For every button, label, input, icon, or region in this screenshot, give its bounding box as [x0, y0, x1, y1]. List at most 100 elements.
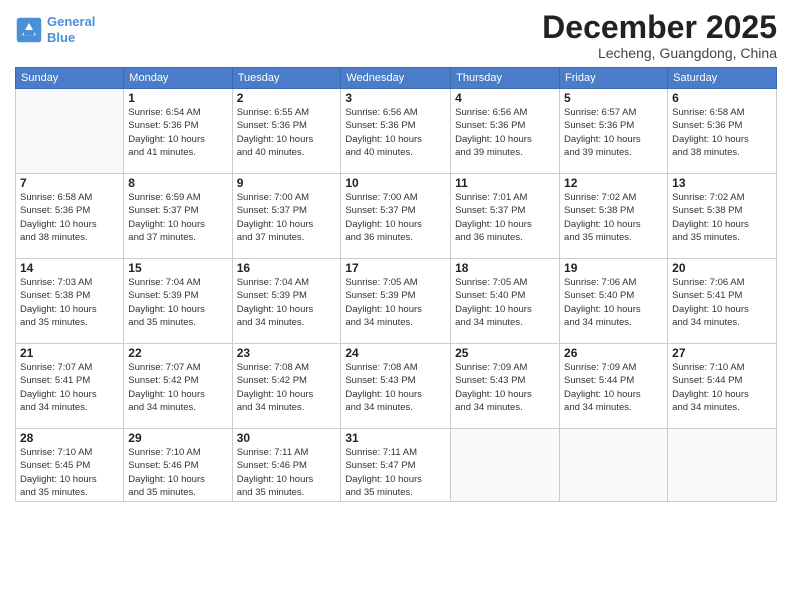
calendar-header-row: Sunday Monday Tuesday Wednesday Thursday… [16, 68, 777, 89]
day-info: Sunrise: 7:09 AMSunset: 5:43 PMDaylight:… [455, 361, 555, 414]
table-row: 17 Sunrise: 7:05 AMSunset: 5:39 PMDaylig… [341, 259, 451, 344]
table-row: 21 Sunrise: 7:07 AMSunset: 5:41 PMDaylig… [16, 344, 124, 429]
day-number: 12 [564, 176, 663, 190]
day-info: Sunrise: 7:05 AMSunset: 5:40 PMDaylight:… [455, 276, 555, 329]
table-row: 15 Sunrise: 7:04 AMSunset: 5:39 PMDaylig… [124, 259, 232, 344]
table-row: 22 Sunrise: 7:07 AMSunset: 5:42 PMDaylig… [124, 344, 232, 429]
day-info: Sunrise: 7:03 AMSunset: 5:38 PMDaylight:… [20, 276, 119, 329]
table-row: 25 Sunrise: 7:09 AMSunset: 5:43 PMDaylig… [451, 344, 560, 429]
header-wednesday: Wednesday [341, 68, 451, 89]
table-row: 3 Sunrise: 6:56 AMSunset: 5:36 PMDayligh… [341, 89, 451, 174]
day-number: 2 [237, 91, 337, 105]
day-number: 31 [345, 431, 446, 445]
day-number: 17 [345, 261, 446, 275]
day-number: 30 [237, 431, 337, 445]
day-number: 1 [128, 91, 227, 105]
table-row: 7 Sunrise: 6:58 AMSunset: 5:36 PMDayligh… [16, 174, 124, 259]
day-number: 20 [672, 261, 772, 275]
day-info: Sunrise: 7:07 AMSunset: 5:41 PMDaylight:… [20, 361, 119, 414]
day-number: 14 [20, 261, 119, 275]
day-info: Sunrise: 6:55 AMSunset: 5:36 PMDaylight:… [237, 106, 337, 159]
day-info: Sunrise: 7:07 AMSunset: 5:42 PMDaylight:… [128, 361, 227, 414]
day-number: 28 [20, 431, 119, 445]
day-info: Sunrise: 7:06 AMSunset: 5:41 PMDaylight:… [672, 276, 772, 329]
day-info: Sunrise: 6:58 AMSunset: 5:36 PMDaylight:… [20, 191, 119, 244]
day-info: Sunrise: 7:09 AMSunset: 5:44 PMDaylight:… [564, 361, 663, 414]
day-number: 9 [237, 176, 337, 190]
table-row: 10 Sunrise: 7:00 AMSunset: 5:37 PMDaylig… [341, 174, 451, 259]
day-info: Sunrise: 6:58 AMSunset: 5:36 PMDaylight:… [672, 106, 772, 159]
calendar-table: Sunday Monday Tuesday Wednesday Thursday… [15, 67, 777, 502]
title-area: December 2025 Lecheng, Guangdong, China [542, 10, 777, 61]
day-info: Sunrise: 6:56 AMSunset: 5:36 PMDaylight:… [455, 106, 555, 159]
day-number: 26 [564, 346, 663, 360]
header-tuesday: Tuesday [232, 68, 341, 89]
logo-text: General Blue [47, 14, 95, 45]
day-number: 18 [455, 261, 555, 275]
table-row [560, 429, 668, 502]
day-number: 6 [672, 91, 772, 105]
day-info: Sunrise: 7:04 AMSunset: 5:39 PMDaylight:… [128, 276, 227, 329]
day-info: Sunrise: 6:59 AMSunset: 5:37 PMDaylight:… [128, 191, 227, 244]
table-row: 6 Sunrise: 6:58 AMSunset: 5:36 PMDayligh… [668, 89, 777, 174]
day-info: Sunrise: 7:10 AMSunset: 5:45 PMDaylight:… [20, 446, 119, 499]
table-row [668, 429, 777, 502]
day-number: 16 [237, 261, 337, 275]
page-container: General Blue December 2025 Lecheng, Guan… [0, 0, 792, 612]
table-row: 26 Sunrise: 7:09 AMSunset: 5:44 PMDaylig… [560, 344, 668, 429]
table-row: 5 Sunrise: 6:57 AMSunset: 5:36 PMDayligh… [560, 89, 668, 174]
table-row: 20 Sunrise: 7:06 AMSunset: 5:41 PMDaylig… [668, 259, 777, 344]
table-row: 13 Sunrise: 7:02 AMSunset: 5:38 PMDaylig… [668, 174, 777, 259]
day-info: Sunrise: 7:01 AMSunset: 5:37 PMDaylight:… [455, 191, 555, 244]
day-number: 19 [564, 261, 663, 275]
day-number: 4 [455, 91, 555, 105]
table-row: 31 Sunrise: 7:11 AMSunset: 5:47 PMDaylig… [341, 429, 451, 502]
header: General Blue December 2025 Lecheng, Guan… [15, 10, 777, 61]
table-row: 12 Sunrise: 7:02 AMSunset: 5:38 PMDaylig… [560, 174, 668, 259]
day-number: 29 [128, 431, 227, 445]
header-monday: Monday [124, 68, 232, 89]
day-info: Sunrise: 7:11 AMSunset: 5:46 PMDaylight:… [237, 446, 337, 499]
table-row: 2 Sunrise: 6:55 AMSunset: 5:36 PMDayligh… [232, 89, 341, 174]
table-row: 16 Sunrise: 7:04 AMSunset: 5:39 PMDaylig… [232, 259, 341, 344]
table-row: 19 Sunrise: 7:06 AMSunset: 5:40 PMDaylig… [560, 259, 668, 344]
header-saturday: Saturday [668, 68, 777, 89]
day-number: 22 [128, 346, 227, 360]
table-row [451, 429, 560, 502]
logo: General Blue [15, 14, 95, 45]
table-row: 4 Sunrise: 6:56 AMSunset: 5:36 PMDayligh… [451, 89, 560, 174]
day-number: 11 [455, 176, 555, 190]
table-row: 28 Sunrise: 7:10 AMSunset: 5:45 PMDaylig… [16, 429, 124, 502]
table-row: 23 Sunrise: 7:08 AMSunset: 5:42 PMDaylig… [232, 344, 341, 429]
day-number: 13 [672, 176, 772, 190]
day-number: 21 [20, 346, 119, 360]
day-info: Sunrise: 7:10 AMSunset: 5:44 PMDaylight:… [672, 361, 772, 414]
logo-icon [15, 16, 43, 44]
day-info: Sunrise: 6:56 AMSunset: 5:36 PMDaylight:… [345, 106, 446, 159]
day-info: Sunrise: 7:11 AMSunset: 5:47 PMDaylight:… [345, 446, 446, 499]
table-row: 8 Sunrise: 6:59 AMSunset: 5:37 PMDayligh… [124, 174, 232, 259]
table-row: 11 Sunrise: 7:01 AMSunset: 5:37 PMDaylig… [451, 174, 560, 259]
day-number: 27 [672, 346, 772, 360]
day-number: 7 [20, 176, 119, 190]
table-row: 24 Sunrise: 7:08 AMSunset: 5:43 PMDaylig… [341, 344, 451, 429]
day-info: Sunrise: 7:06 AMSunset: 5:40 PMDaylight:… [564, 276, 663, 329]
header-sunday: Sunday [16, 68, 124, 89]
day-number: 3 [345, 91, 446, 105]
table-row: 18 Sunrise: 7:05 AMSunset: 5:40 PMDaylig… [451, 259, 560, 344]
day-number: 15 [128, 261, 227, 275]
day-number: 24 [345, 346, 446, 360]
day-info: Sunrise: 7:04 AMSunset: 5:39 PMDaylight:… [237, 276, 337, 329]
table-row: 30 Sunrise: 7:11 AMSunset: 5:46 PMDaylig… [232, 429, 341, 502]
day-info: Sunrise: 7:00 AMSunset: 5:37 PMDaylight:… [345, 191, 446, 244]
day-info: Sunrise: 7:02 AMSunset: 5:38 PMDaylight:… [564, 191, 663, 244]
day-info: Sunrise: 7:08 AMSunset: 5:42 PMDaylight:… [237, 361, 337, 414]
day-info: Sunrise: 7:05 AMSunset: 5:39 PMDaylight:… [345, 276, 446, 329]
header-thursday: Thursday [451, 68, 560, 89]
day-info: Sunrise: 7:00 AMSunset: 5:37 PMDaylight:… [237, 191, 337, 244]
table-row: 29 Sunrise: 7:10 AMSunset: 5:46 PMDaylig… [124, 429, 232, 502]
table-row: 9 Sunrise: 7:00 AMSunset: 5:37 PMDayligh… [232, 174, 341, 259]
table-row: 14 Sunrise: 7:03 AMSunset: 5:38 PMDaylig… [16, 259, 124, 344]
day-number: 25 [455, 346, 555, 360]
day-info: Sunrise: 7:02 AMSunset: 5:38 PMDaylight:… [672, 191, 772, 244]
